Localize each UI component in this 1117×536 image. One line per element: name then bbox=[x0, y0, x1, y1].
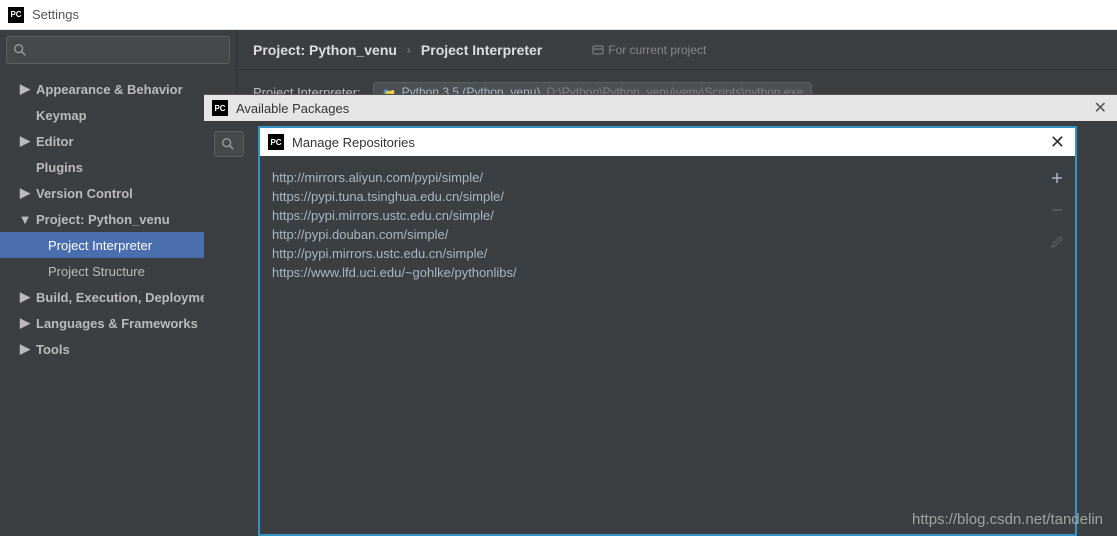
list-item[interactable]: https://www.lfd.uci.edu/~gohlke/pythonli… bbox=[272, 263, 1027, 282]
sidebar-item-label: Version Control bbox=[36, 186, 133, 201]
sidebar-item-appearance[interactable]: ▶ Appearance & Behavior bbox=[0, 76, 236, 102]
chevron-right-icon: ▶ bbox=[20, 133, 30, 149]
edit-button[interactable] bbox=[1045, 230, 1069, 254]
sidebar-item-label: Keymap bbox=[36, 108, 87, 123]
pycharm-icon: PC bbox=[212, 100, 228, 116]
sidebar-item-label: Plugins bbox=[36, 160, 83, 175]
manage-repos-title: Manage Repositories bbox=[292, 135, 415, 150]
watermark: https://blog.csdn.net/tandelin bbox=[912, 511, 1103, 528]
sidebar-item-project-interpreter[interactable]: Project Interpreter bbox=[0, 232, 236, 258]
breadcrumb-sub: Project Interpreter bbox=[421, 42, 542, 58]
pencil-icon bbox=[1050, 235, 1064, 249]
chevron-right-icon: › bbox=[407, 43, 411, 57]
pycharm-icon: PC bbox=[8, 7, 24, 23]
manage-repos-body: http://mirrors.aliyun.com/pypi/simple/ h… bbox=[260, 156, 1075, 534]
sidebar-item-label: Project Structure bbox=[48, 264, 145, 279]
sidebar-item-build[interactable]: ▶ Build, Execution, Deployment bbox=[0, 284, 236, 310]
sidebar-item-plugins[interactable]: Plugins bbox=[0, 154, 236, 180]
packages-search-input[interactable] bbox=[214, 131, 244, 157]
list-item[interactable]: http://pypi.douban.com/simple/ bbox=[272, 225, 1027, 244]
sidebar-item-keymap[interactable]: Keymap bbox=[0, 102, 236, 128]
manage-repositories-dialog: PC Manage Repositories ✕ http://mirrors.… bbox=[258, 126, 1077, 536]
search-icon bbox=[221, 137, 235, 151]
sidebar-item-label: Tools bbox=[36, 342, 70, 357]
sidebar-item-project[interactable]: ▼ Project: Python_venu bbox=[0, 206, 236, 232]
search-icon bbox=[13, 43, 27, 57]
chevron-right-icon: ▶ bbox=[20, 289, 30, 305]
sidebar-search-input[interactable] bbox=[6, 36, 230, 64]
sidebar-item-project-structure[interactable]: Project Structure bbox=[0, 258, 236, 284]
settings-sidebar: ▶ Appearance & Behavior Keymap ▶ Editor … bbox=[0, 30, 237, 536]
chevron-down-icon: ▼ bbox=[20, 212, 30, 227]
sidebar-item-label: Appearance & Behavior bbox=[36, 82, 183, 97]
close-icon[interactable]: ✕ bbox=[1050, 132, 1065, 153]
chevron-right-icon: ▶ bbox=[20, 341, 30, 357]
list-item[interactable]: https://pypi.mirrors.ustc.edu.cn/simple/ bbox=[272, 206, 1027, 225]
plus-icon bbox=[1050, 171, 1064, 185]
project-scope-icon bbox=[592, 44, 604, 56]
sidebar-item-label: Project: Python_venu bbox=[36, 212, 170, 227]
minus-icon bbox=[1050, 203, 1064, 217]
sidebar-item-tools[interactable]: ▶ Tools bbox=[0, 336, 236, 362]
remove-button[interactable] bbox=[1045, 198, 1069, 222]
manage-repos-title-bar[interactable]: PC Manage Repositories ✕ bbox=[260, 128, 1075, 156]
sidebar-item-label: Editor bbox=[36, 134, 74, 149]
settings-title-bar: PC Settings bbox=[0, 0, 1117, 30]
repos-toolbar bbox=[1039, 156, 1075, 534]
list-item[interactable]: https://pypi.tuna.tsinghua.edu.cn/simple… bbox=[272, 187, 1027, 206]
window-title: Settings bbox=[32, 7, 79, 22]
sidebar-item-editor[interactable]: ▶ Editor bbox=[0, 128, 236, 154]
available-packages-title-bar[interactable]: PC Available Packages ✕ bbox=[204, 95, 1117, 121]
list-item[interactable]: http://mirrors.aliyun.com/pypi/simple/ bbox=[272, 168, 1027, 187]
sidebar-item-label: Languages & Frameworks bbox=[36, 316, 198, 331]
settings-tree: ▶ Appearance & Behavior Keymap ▶ Editor … bbox=[0, 70, 236, 536]
repositories-list[interactable]: http://mirrors.aliyun.com/pypi/simple/ h… bbox=[260, 156, 1039, 534]
sidebar-item-version-control[interactable]: ▶ Version Control bbox=[0, 180, 236, 206]
close-icon[interactable]: ✕ bbox=[1094, 98, 1107, 118]
sidebar-item-languages[interactable]: ▶ Languages & Frameworks bbox=[0, 310, 236, 336]
available-packages-title: Available Packages bbox=[236, 101, 349, 116]
list-item[interactable]: http://pypi.mirrors.ustc.edu.cn/simple/ bbox=[272, 244, 1027, 263]
add-button[interactable] bbox=[1045, 166, 1069, 190]
sidebar-item-label: Project Interpreter bbox=[48, 238, 152, 253]
chevron-right-icon: ▶ bbox=[20, 81, 30, 97]
breadcrumb-main: Project: Python_venu bbox=[253, 42, 397, 58]
pycharm-icon: PC bbox=[268, 134, 284, 150]
current-project-hint: For current project bbox=[592, 43, 706, 57]
chevron-right-icon: ▶ bbox=[20, 185, 30, 201]
sidebar-item-label: Build, Execution, Deployment bbox=[36, 290, 219, 305]
chevron-right-icon: ▶ bbox=[20, 315, 30, 331]
breadcrumb: Project: Python_venu › Project Interpret… bbox=[237, 30, 1117, 70]
